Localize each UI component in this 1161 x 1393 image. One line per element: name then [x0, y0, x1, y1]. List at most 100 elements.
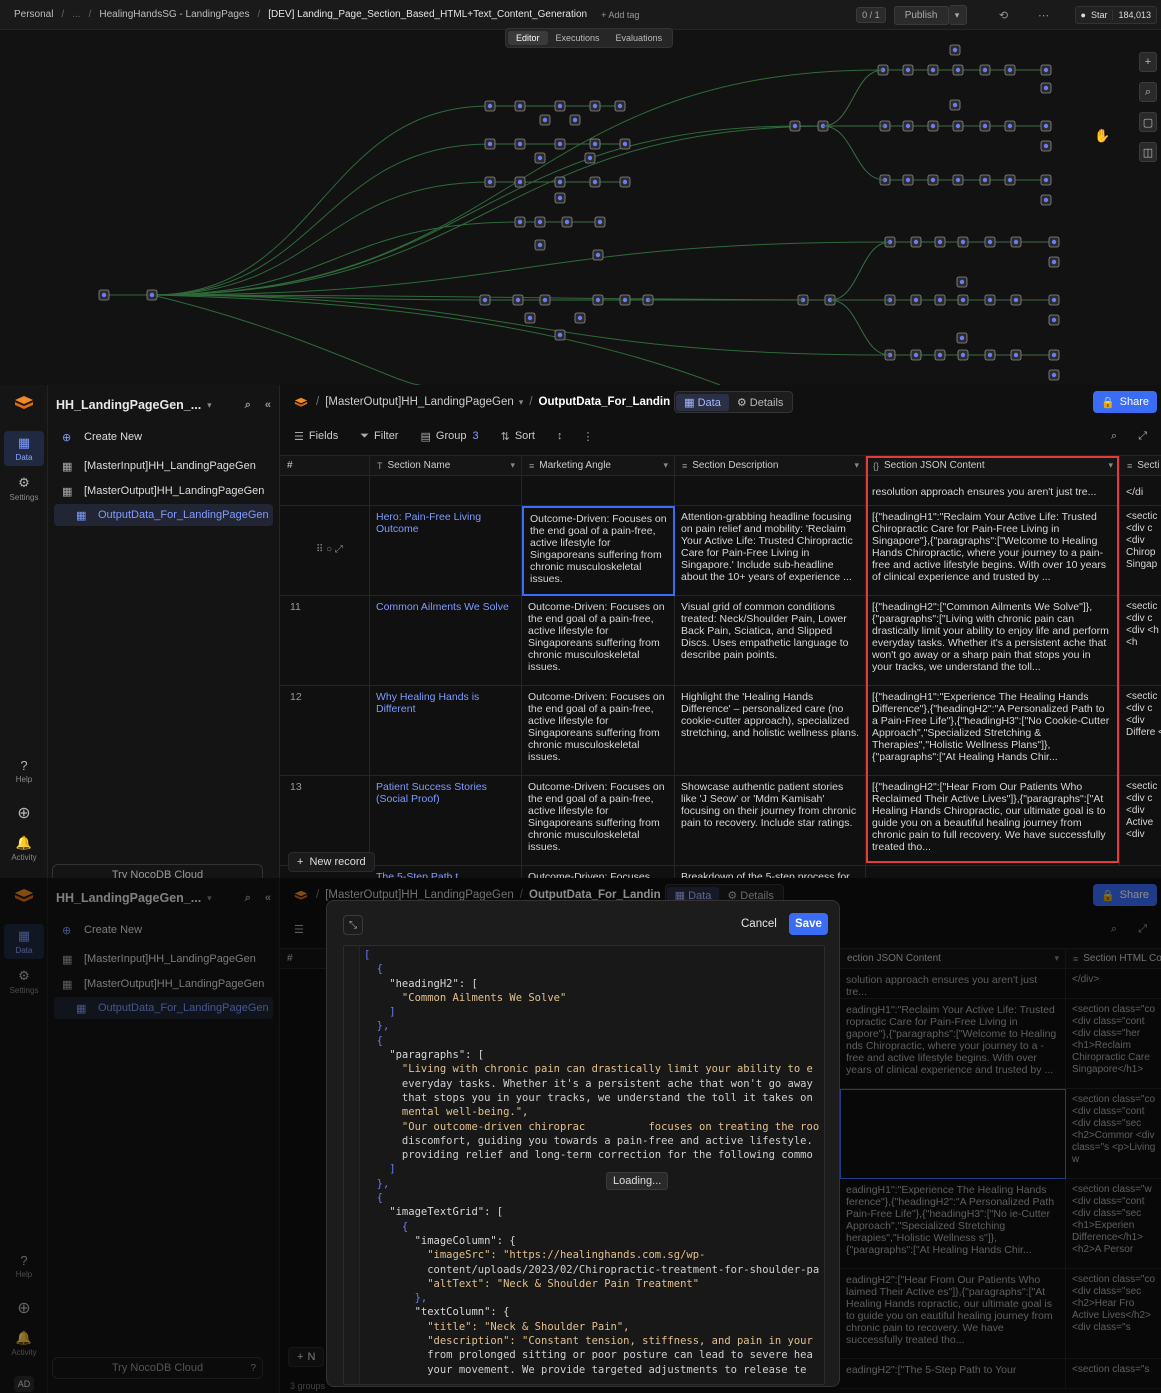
section-description-cell[interactable]: Highlight the 'Healing Hands Difference'…: [675, 686, 866, 776]
search-icon[interactable]: ⌕: [245, 399, 251, 412]
new-record-button[interactable]: + New record: [288, 852, 375, 872]
sticky-note-icon[interactable]: ▢: [1139, 112, 1157, 132]
chevron-down-icon[interactable]: ▾: [510, 460, 515, 471]
search-icon[interactable]: ⌕: [1111, 430, 1117, 443]
collapse-sidebar-icon[interactable]: «: [265, 399, 271, 411]
sidebar-item-masteroutput[interactable]: ▦ [MasterOutput]HH_LandingPageGen: [54, 480, 273, 502]
section-description-cell[interactable]: Attention-grabbing headline focusing on …: [675, 506, 866, 596]
rail-data[interactable]: ▦ Data: [4, 431, 44, 466]
publish-button[interactable]: Publish: [893, 5, 949, 25]
table-cell-html[interactable]: </di: [1120, 476, 1161, 506]
workflow-node-icon: [527, 315, 533, 321]
workflow-node-icon: [517, 141, 523, 147]
breadcrumb-table[interactable]: OutputData_For_Landin: [539, 396, 671, 408]
marketing-angle-cell[interactable]: Outcome-Driven: Focuses on the end goal …: [522, 686, 675, 776]
chevron-down-icon[interactable]: ▾: [854, 460, 859, 471]
section-json-cell[interactable]: [{"headingH2":["Common Ailments We Solve…: [866, 596, 1120, 686]
github-star-button[interactable]: ● Star 184,013: [1074, 6, 1157, 24]
search-icon[interactable]: ⌕: [1139, 82, 1157, 102]
more-options-icon[interactable]: ⋮: [583, 430, 594, 443]
section-description-cell[interactable]: Visual grid of common conditions treated…: [675, 596, 866, 686]
section-html-cell[interactable]: <sectic <div c <div <h <d <h: [1120, 596, 1161, 686]
workflow-node-icon: [930, 67, 936, 73]
chevron-down-icon[interactable]: ▾: [663, 460, 668, 471]
section-json-cell[interactable]: [{"headingH1":"Reclaim Your Active Life:…: [866, 506, 1120, 596]
section-name-cell[interactable]: Common Ailments We Solve: [370, 596, 522, 686]
column-header-marketing-angle[interactable]: ≡ Marketing Angle ▾: [522, 456, 675, 476]
workflow-node-icon: [542, 117, 548, 123]
sidebar-item-masterinput[interactable]: ▦ [MasterInput]HH_LandingPageGen: [54, 455, 273, 477]
add-tag-button[interactable]: + Add tag: [601, 10, 639, 20]
sort-button[interactable]: ⇅ Sort: [501, 430, 535, 443]
marketing-angle-cell[interactable]: Outcome-Driven: Focuses on the end goal …: [522, 506, 675, 596]
table-topbar: / [MasterOutput]HH_LandingPageGen ▾ / Ou…: [280, 391, 1161, 413]
save-button[interactable]: Save: [789, 913, 828, 935]
column-header-section-name[interactable]: T Section Name ▾: [370, 456, 522, 476]
tab-data[interactable]: ▦ Data: [676, 393, 729, 411]
workflow-node-icon: [1051, 317, 1057, 323]
rail-add[interactable]: ⊕: [4, 803, 44, 825]
create-new-button[interactable]: ⊕ Create New: [54, 426, 273, 448]
column-header-section-description[interactable]: ≡ Section Description ▾: [675, 456, 866, 476]
rail-help[interactable]: ? Help: [4, 758, 44, 784]
section-html-cell[interactable]: <sectic <div c <div Chirop Singap: [1120, 506, 1161, 596]
tab-details[interactable]: ⚙ Details: [729, 394, 792, 411]
share-button[interactable]: 🔒 Share: [1092, 391, 1157, 413]
column-header-section-json[interactable]: {} Section JSON Content ▾: [866, 456, 1120, 476]
code-content[interactable]: [ { "headingH2": [ "Common Ailments We S…: [364, 948, 819, 1377]
workflow-connection: [822, 125, 886, 181]
workflow-node-icon: [960, 239, 966, 245]
rail-settings[interactable]: ⚙ Settings: [4, 475, 44, 502]
workflow-name[interactable]: [DEV] Landing_Page_Section_Based_HTML+Te…: [268, 9, 587, 20]
code-line: ]: [364, 1006, 396, 1019]
chevron-down-icon[interactable]: ▾: [207, 400, 212, 411]
try-nocodb-cloud-button[interactable]: Try NocoDB Cloud: [52, 864, 263, 878]
table-cell-partial[interactable]: Breakdown of the 5-step process for: [675, 866, 866, 878]
table-cell-json[interactable]: resolution approach ensures you aren't j…: [866, 476, 1120, 506]
table-cell-partial[interactable]: The 5-Step Path t: [370, 866, 522, 878]
workflow-canvas[interactable]: [0, 30, 1161, 385]
more-options-icon[interactable]: ⋯: [1035, 6, 1053, 24]
sidebar-item-outputdata[interactable]: ▦ OutputData_For_LandingPageGen: [54, 504, 273, 526]
version-counter: 0 / 1: [856, 7, 886, 23]
expand-icon[interactable]: ⤢: [1138, 430, 1147, 443]
cancel-button[interactable]: Cancel: [735, 913, 783, 935]
section-html-cell[interactable]: <sectic <div c <div Differe <h: [1120, 686, 1161, 776]
history-icon[interactable]: ⟲: [995, 6, 1013, 24]
group-button[interactable]: ▤ Group 3: [420, 430, 478, 443]
collapse-icon[interactable]: ⤡: [343, 915, 363, 935]
column-header-section-html[interactable]: ≡ Secti: [1120, 456, 1161, 476]
rail-activity[interactable]: 🔔 Activity: [4, 835, 44, 862]
section-json-cell[interactable]: [{"headingH1":"Experience The Healing Ha…: [866, 686, 1120, 776]
chevron-down-icon[interactable]: ▾: [519, 397, 524, 408]
base-title[interactable]: HH_LandingPageGen_... ▾ ⌕ «: [56, 395, 271, 415]
workflow-node-icon: [101, 292, 107, 298]
code-line: {: [364, 1192, 383, 1205]
section-name-cell[interactable]: Patient Success Stories (Social Proof): [370, 776, 522, 866]
marketing-angle-cell[interactable]: Outcome-Driven: Focuses on the end goal …: [522, 776, 675, 866]
panel-toggle-icon[interactable]: ◫: [1139, 142, 1157, 162]
filter-button[interactable]: ⏷ Filter: [360, 430, 398, 443]
row-height-icon[interactable]: ↕: [557, 430, 563, 442]
breadcrumb-project[interactable]: HealingHandsSG - LandingPages: [99, 9, 249, 20]
breadcrumb-base[interactable]: [MasterOutput]HH_LandingPageGen: [325, 396, 514, 408]
section-name-cell[interactable]: Why Healing Hands is Different: [370, 686, 522, 776]
breadcrumb-personal[interactable]: Personal: [14, 9, 53, 20]
chevron-down-icon[interactable]: ▾: [948, 5, 967, 25]
plus-circle-icon: ⊕: [62, 431, 72, 444]
workflow-node-icon: [595, 252, 601, 258]
zoom-in-icon[interactable]: +: [1139, 52, 1157, 72]
section-html-cell[interactable]: <sectic <div c <div Active <div: [1120, 776, 1161, 866]
row-drag-handle-icon[interactable]: ⠿ ○ ⤢: [316, 544, 343, 555]
table-cell-partial[interactable]: Outcome-Driven: Focuses: [522, 866, 675, 878]
section-name-cell[interactable]: Hero: Pain-Free Living Outcome: [370, 506, 522, 596]
fields-button[interactable]: ☰ Fields: [294, 430, 338, 443]
workflow-node-icon: [955, 177, 961, 183]
section-description-cell[interactable]: Showcase authentic patient stories like …: [675, 776, 866, 866]
breadcrumb-ellipsis[interactable]: ...: [72, 9, 80, 20]
workflow-node-icon: [952, 47, 958, 53]
section-json-cell[interactable]: [{"headingH2":["Hear From Our Patients W…: [866, 776, 1120, 866]
marketing-angle-cell[interactable]: Outcome-Driven: Focuses on the end goal …: [522, 596, 675, 686]
json-code-editor[interactable]: [ { "headingH2": [ "Common Ailments We S…: [343, 945, 825, 1385]
chevron-down-icon[interactable]: ▾: [1108, 460, 1113, 471]
